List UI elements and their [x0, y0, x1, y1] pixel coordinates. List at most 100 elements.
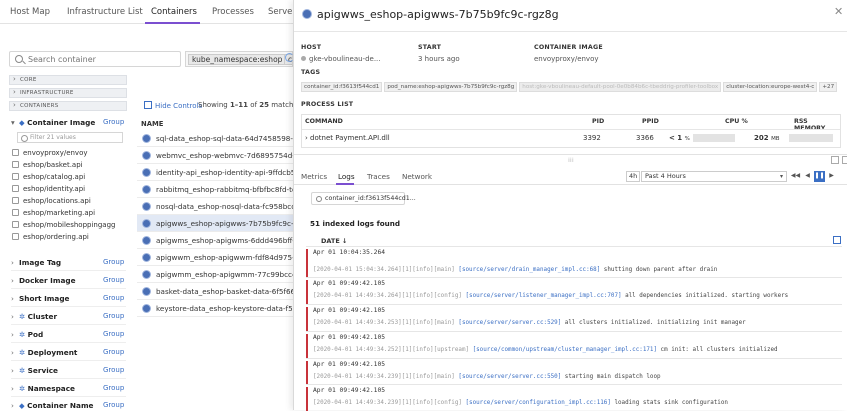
facet-value[interactable]: eshop/mobileshoppingagg: [12, 221, 115, 229]
facet-service[interactable]: › ✲ Service: [11, 366, 58, 375]
process-table: COMMAND PID PPID CPU % RSS MEMORY › dotn…: [301, 114, 841, 148]
expand-icon[interactable]: [831, 156, 839, 164]
facet-value[interactable]: eshop/locations.api: [12, 197, 91, 205]
col-pid[interactable]: PID: [592, 118, 604, 125]
facet-container-image[interactable]: ▾ ◆ Container Image: [11, 118, 95, 127]
time-range-chip[interactable]: 4h: [626, 171, 641, 182]
search-container-input[interactable]: [28, 54, 178, 65]
rewind-icon[interactable]: ◀◀: [790, 171, 801, 182]
play-icon[interactable]: ◀: [802, 171, 813, 182]
table-row[interactable]: basket-data_eshop-basket-data-6f5f6645b9…: [137, 283, 293, 300]
log-entry[interactable]: Apr 01 09:49:42.105 [2020-04-01 14:49:34…: [306, 331, 842, 359]
table-row-selected[interactable]: apigwws_eshop-apigwws-7b75b9fc9c-rgz8g: [137, 215, 293, 232]
filter-bar[interactable]: kube_namespace:eshop ✖ co: [185, 51, 293, 67]
external-link-icon[interactable]: [833, 236, 841, 244]
tab-host-map[interactable]: Host Map: [10, 7, 50, 17]
facet-namespace[interactable]: › ✲ Namespace: [11, 384, 75, 393]
table-row[interactable]: webmvc_eshop-webmvc-7d6895754d-7x4hn: [137, 147, 293, 164]
facet-docker-image[interactable]: › Docker Image: [11, 276, 76, 285]
checkbox[interactable]: [12, 185, 19, 192]
process-command[interactable]: › dotnet Payment.API.dll: [305, 134, 390, 142]
log-entry[interactable]: Apr 01 09:49:42.105 [2020-04-01 14:49:34…: [306, 277, 842, 305]
tag-more-chip[interactable]: +27: [819, 82, 838, 92]
tab-infrastructure-list[interactable]: Infrastructure List: [67, 7, 143, 17]
tag-chip[interactable]: pod_name:eshop-apigwws-7b75b9fc9c-rgz8g: [384, 82, 518, 92]
facet-short-image[interactable]: › Short Image: [11, 294, 70, 303]
log-entry[interactable]: Apr 01 09:49:42.105 [2020-04-01 14:49:34…: [306, 384, 842, 411]
group-link[interactable]: Group: [103, 348, 124, 356]
facet-container-name[interactable]: › ◆ Container Name: [11, 401, 94, 410]
checkbox[interactable]: [12, 233, 19, 240]
section-infrastructure[interactable]: INFRASTRUCTURE: [9, 88, 127, 98]
tab-processes[interactable]: Processes: [212, 7, 254, 17]
checkbox[interactable]: [12, 221, 19, 228]
tab-serverless[interactable]: Serverless: [268, 7, 293, 17]
group-link[interactable]: Group: [103, 384, 124, 392]
col-cpu[interactable]: CPU %: [725, 118, 748, 125]
section-containers[interactable]: CONTAINERS: [9, 101, 127, 111]
group-link[interactable]: Group: [103, 330, 124, 338]
group-link[interactable]: Group: [103, 312, 124, 320]
group-link[interactable]: Group: [103, 294, 124, 302]
close-icon[interactable]: ✕: [834, 5, 843, 18]
filter-values-input[interactable]: Filter 21 values: [17, 132, 123, 143]
facet-value[interactable]: eshop/ordering.api: [12, 233, 89, 241]
hide-controls-link[interactable]: Hide Controls: [144, 101, 202, 110]
filter-chip-namespace[interactable]: kube_namespace:eshop ✖: [188, 54, 292, 65]
log-entry[interactable]: Apr 01 10:04:35.264 [2020-04-01 15:04:34…: [306, 246, 842, 278]
table-row[interactable]: sql-data_eshop-sql-data-64d7458598-892ln: [137, 130, 293, 147]
facet-image-tag[interactable]: › Image Tag: [11, 258, 61, 267]
forward-icon[interactable]: ▶: [826, 171, 837, 182]
collapse-icon[interactable]: [842, 156, 847, 164]
checkbox[interactable]: [12, 161, 19, 168]
tag-chip[interactable]: cluster-location:europe-west4-c: [723, 82, 818, 92]
tag-chip[interactable]: host:gke-vboulineau-default-pool-0e0b84b…: [519, 82, 722, 92]
log-query-input[interactable]: container_id:f3613f544cd1...: [311, 192, 416, 205]
divider: [11, 396, 126, 397]
log-entry[interactable]: Apr 01 09:49:42.105 [2020-04-01 14:49:34…: [306, 358, 842, 385]
facet-value[interactable]: eshop/catalog.api: [12, 173, 85, 181]
resize-handle-icon[interactable]: ⁞⁞⁞: [568, 157, 574, 164]
facet-cluster[interactable]: › ✲ Cluster: [11, 312, 57, 321]
tab-containers[interactable]: Containers: [151, 7, 197, 17]
search-container-box[interactable]: [9, 51, 181, 67]
group-link[interactable]: Group: [103, 401, 124, 409]
group-link[interactable]: Group: [103, 258, 124, 266]
pause-icon[interactable]: ❚❚: [814, 171, 825, 182]
table-row[interactable]: nosql-data_eshop-nosql-data-fc958bcc8-56…: [137, 198, 293, 215]
facet-deployment[interactable]: › ✲ Deployment: [11, 348, 77, 357]
col-command[interactable]: COMMAND: [305, 118, 343, 125]
divider: [302, 129, 840, 130]
tag-chip[interactable]: container_id:f3613f544cd1: [301, 82, 383, 92]
tab-metrics[interactable]: Metrics: [301, 172, 327, 181]
time-range-select[interactable]: Past 4 Hours: [641, 171, 787, 182]
checkbox[interactable]: [12, 209, 19, 216]
facet-value[interactable]: eshop/marketing.api: [12, 209, 95, 217]
chevron-right-icon: ›: [11, 366, 14, 375]
checkbox[interactable]: [12, 197, 19, 204]
checkbox[interactable]: [12, 173, 19, 180]
section-core[interactable]: CORE: [9, 75, 127, 85]
table-row[interactable]: identity-api_eshop-identity-api-9ffdcb57…: [137, 164, 293, 181]
facet-value[interactable]: envoyproxy/envoy: [12, 149, 88, 157]
log-entry[interactable]: Apr 01 09:49:42.105 [2020-04-01 14:49:34…: [306, 304, 842, 332]
facet-value[interactable]: eshop/identity.api: [12, 185, 85, 193]
table-row[interactable]: apigwms_eshop-apigwms-6ddd496bff-pl9m6: [137, 232, 293, 249]
group-link[interactable]: Group: [103, 276, 124, 284]
group-link[interactable]: Group: [103, 366, 124, 374]
table-row[interactable]: apigwmm_eshop-apigwmm-77c99bcc47-69jqc: [137, 266, 293, 283]
col-ppid[interactable]: PPID: [642, 118, 659, 125]
tab-logs[interactable]: Logs: [338, 172, 355, 181]
table-row[interactable]: apigwwm_eshop-apigwwm-fdf84d975-29kcm: [137, 249, 293, 266]
table-row[interactable]: keystore-data_eshop-keystore-data-f567cb…: [137, 300, 293, 317]
host-value[interactable]: gke-vboulineau-de...: [301, 55, 381, 63]
date-column-header[interactable]: DATE ↓: [321, 237, 348, 245]
name-column-header[interactable]: NAME: [141, 120, 163, 128]
group-link[interactable]: Group: [103, 118, 124, 126]
tab-traces[interactable]: Traces: [367, 172, 390, 181]
table-row[interactable]: rabbitmq_eshop-rabbitmq-bfbfbc8fd-tc6s2: [137, 181, 293, 198]
facet-pod[interactable]: › ✲ Pod: [11, 330, 43, 339]
tab-network[interactable]: Network: [402, 172, 432, 181]
facet-value[interactable]: eshop/basket.api: [12, 161, 83, 169]
checkbox[interactable]: [12, 149, 19, 156]
